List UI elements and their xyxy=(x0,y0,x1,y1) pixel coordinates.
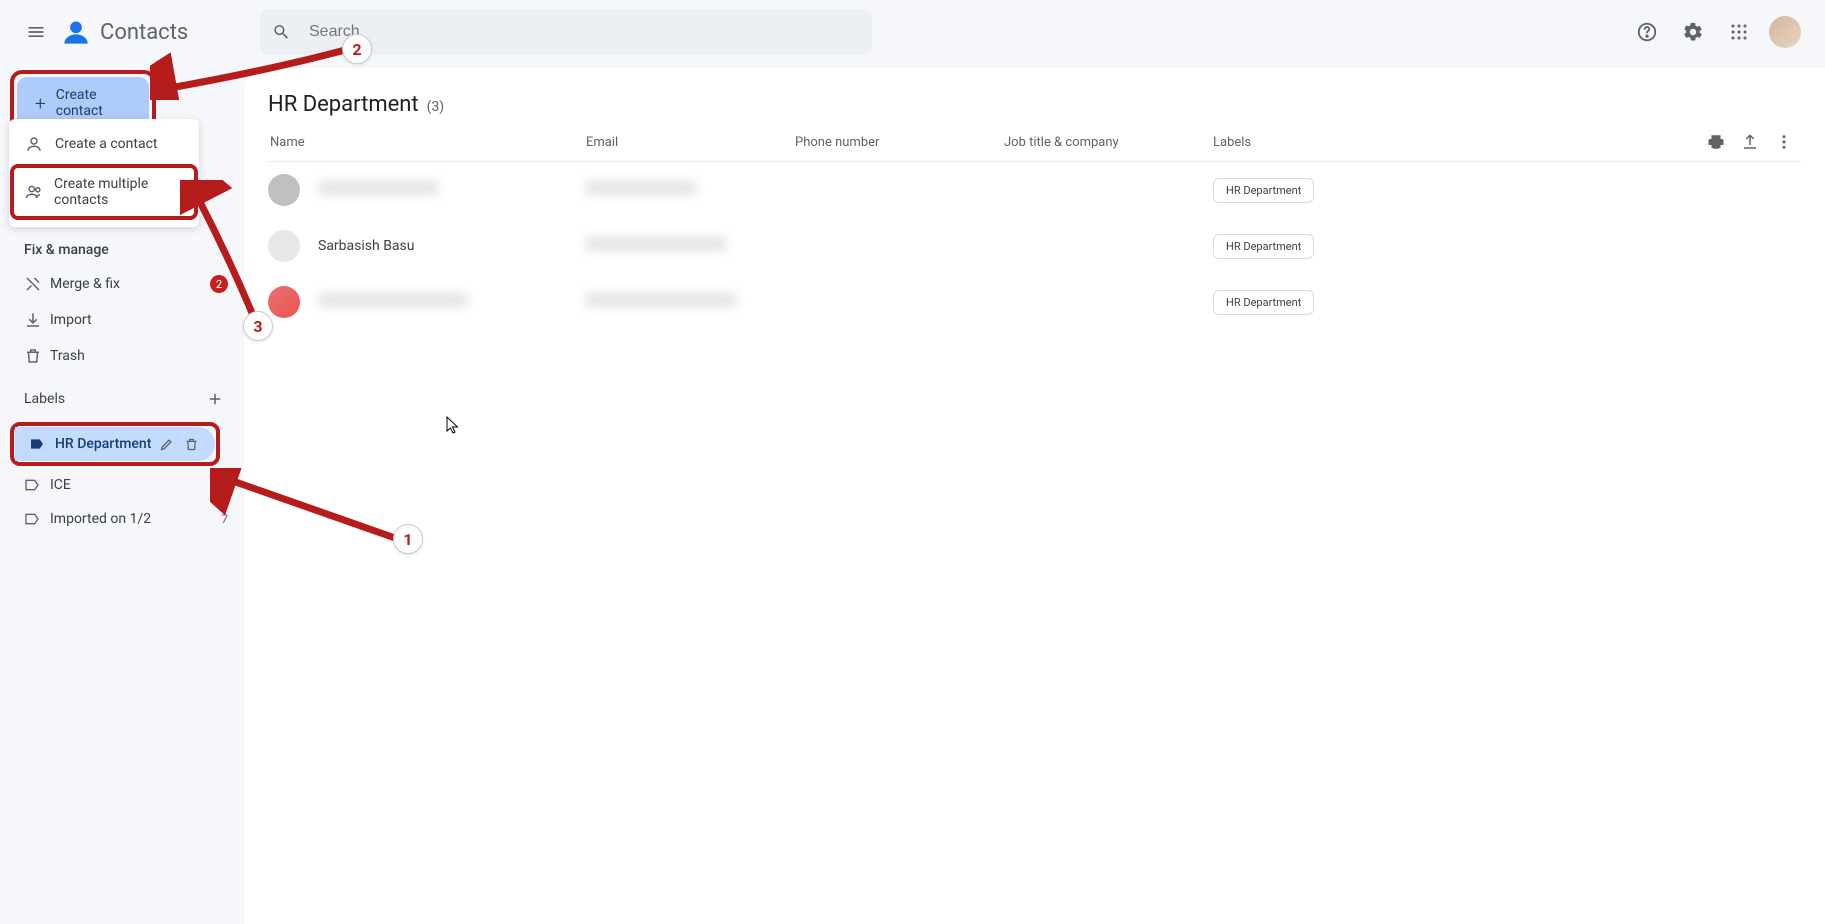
import-label: Import xyxy=(50,312,228,328)
merge-fix-label: Merge & fix xyxy=(50,276,210,292)
account-avatar[interactable] xyxy=(1769,16,1801,48)
label-ice[interactable]: ICE 3 xyxy=(0,468,244,502)
create-dropdown: Create a contact Create multiple contact… xyxy=(9,119,199,227)
contact-email xyxy=(586,293,795,311)
settings-button[interactable] xyxy=(1673,12,1713,52)
contact-name xyxy=(318,293,586,311)
apps-grid-icon xyxy=(1730,23,1748,41)
trash-icon xyxy=(24,347,50,365)
hamburger-icon xyxy=(26,22,46,42)
contact-labels: HR Department xyxy=(1213,178,1801,203)
labels-title: Labels xyxy=(24,391,202,407)
create-multiple-contacts-item[interactable]: Create multiple contacts xyxy=(14,168,194,216)
label-chip[interactable]: HR Department xyxy=(1213,234,1314,259)
contact-email xyxy=(586,237,795,255)
label-name: HR Department xyxy=(55,436,159,452)
contact-labels: HR Department xyxy=(1213,290,1801,315)
app-logo: Contacts xyxy=(62,18,188,46)
plus-icon xyxy=(206,390,224,408)
label-chip[interactable]: HR Department xyxy=(1213,178,1314,203)
more-vert-icon xyxy=(1775,133,1793,151)
fix-manage-section: Fix & manage xyxy=(0,226,244,266)
label-icon xyxy=(29,436,55,452)
tools-icon xyxy=(24,275,50,293)
more-button[interactable] xyxy=(1775,133,1793,151)
main-menu-button[interactable] xyxy=(16,12,56,52)
contact-avatar xyxy=(268,230,300,262)
print-button[interactable] xyxy=(1707,133,1725,151)
pencil-icon[interactable] xyxy=(159,437,174,452)
label-icon xyxy=(24,511,50,527)
col-job: Job title & company xyxy=(1004,135,1213,150)
contact-row[interactable]: HR Department xyxy=(268,274,1801,330)
label-count: 7 xyxy=(221,512,228,526)
create-multiple-contacts-label: Create multiple contacts xyxy=(54,176,184,208)
contact-labels: HR Department xyxy=(1213,234,1801,259)
help-icon xyxy=(1636,21,1658,43)
contacts-logo-icon xyxy=(62,18,90,46)
app-title: Contacts xyxy=(100,20,188,45)
label-chip[interactable]: HR Department xyxy=(1213,290,1314,315)
header-actions xyxy=(1627,12,1809,52)
contact-row[interactable]: Sarbasish Basu HR Department xyxy=(268,218,1801,274)
page-title-count: (3) xyxy=(427,99,445,115)
col-name: Name xyxy=(268,135,586,150)
contact-avatar xyxy=(268,174,300,206)
annotation-2: 2 xyxy=(342,34,372,64)
col-email: Email xyxy=(586,135,795,150)
page-title-text: HR Department xyxy=(268,92,419,117)
annotation-3: 3 xyxy=(243,311,273,341)
page-title: HR Department (3) xyxy=(268,92,1801,117)
download-icon xyxy=(24,311,50,329)
help-button[interactable] xyxy=(1627,12,1667,52)
create-a-contact-label: Create a contact xyxy=(55,136,157,152)
label-name: ICE xyxy=(50,477,221,493)
label-imported[interactable]: Imported on 1/2 7 xyxy=(0,502,244,536)
sidebar: + Create contact Create a contact Create… xyxy=(0,64,244,924)
add-label-button[interactable] xyxy=(202,386,228,412)
delete-icon[interactable] xyxy=(184,437,199,452)
label-hr-department[interactable]: HR Department xyxy=(15,427,215,461)
export-button[interactable] xyxy=(1741,133,1759,151)
create-contact-label: Create contact xyxy=(56,87,131,119)
plus-icon: + xyxy=(35,92,46,115)
merge-fix-item[interactable]: Merge & fix 2 xyxy=(0,266,244,302)
print-icon xyxy=(1707,133,1725,151)
cursor-icon xyxy=(446,416,460,434)
trash-label: Trash xyxy=(50,348,228,364)
search-icon xyxy=(272,22,291,42)
col-labels: Labels xyxy=(1213,135,1707,150)
label-icon xyxy=(24,477,50,493)
contact-name: Sarbasish Basu xyxy=(318,238,586,254)
person-icon xyxy=(23,135,45,153)
table-header: Name Email Phone number Job title & comp… xyxy=(268,117,1801,162)
trash-item[interactable]: Trash xyxy=(0,338,244,374)
labels-header: Labels xyxy=(0,374,244,420)
gear-icon xyxy=(1682,21,1704,43)
search-input[interactable] xyxy=(309,23,860,41)
import-item[interactable]: Import xyxy=(0,302,244,338)
col-phone: Phone number xyxy=(795,135,1004,150)
merge-fix-badge: 2 xyxy=(210,275,228,293)
contact-avatar xyxy=(268,286,300,318)
contact-name xyxy=(318,181,586,199)
apps-button[interactable] xyxy=(1719,12,1759,52)
label-count: 3 xyxy=(221,478,228,492)
annotation-1: 1 xyxy=(393,524,423,554)
contact-email xyxy=(586,181,795,199)
upload-icon xyxy=(1741,133,1759,151)
people-icon xyxy=(24,183,44,201)
create-a-contact-item[interactable]: Create a contact xyxy=(9,125,199,163)
label-name: Imported on 1/2 xyxy=(50,511,221,527)
contact-row[interactable]: HR Department xyxy=(268,162,1801,218)
main-content: HR Department (3) Name Email Phone numbe… xyxy=(244,68,1825,924)
header: Contacts xyxy=(0,0,1825,64)
